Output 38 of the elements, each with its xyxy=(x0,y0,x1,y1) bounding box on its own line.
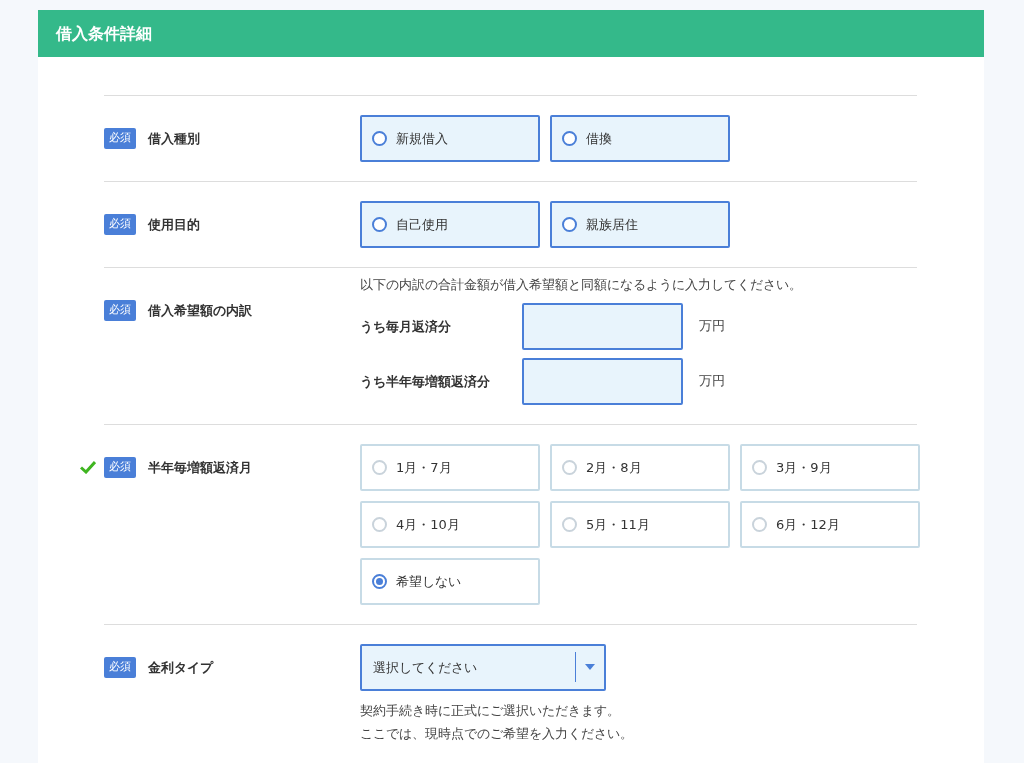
radio-button[interactable] xyxy=(372,573,387,589)
help-text: ここでは、現時点でのご希望を入力ください。 xyxy=(360,724,633,743)
field-label: 借入希望額の内訳 xyxy=(148,301,252,320)
radio-option[interactable]: 自己使用 xyxy=(360,201,540,248)
amount-field[interactable] xyxy=(522,357,683,405)
section-title: 借入条件詳細 xyxy=(56,24,152,43)
required-tag: 必須 xyxy=(104,300,136,321)
radio-button[interactable] xyxy=(372,131,387,146)
radio-option[interactable]: 新規借入 xyxy=(360,115,540,162)
unit-label: 万円 xyxy=(699,316,725,335)
field-label: 半年毎増額返済月 xyxy=(148,458,252,477)
radio-button[interactable] xyxy=(372,217,387,232)
select-dropdown[interactable]: 選択してください xyxy=(360,643,606,691)
amount-label: うち半年毎増額返済分 xyxy=(360,372,491,391)
radio-option[interactable]: 2月・8月 xyxy=(550,443,730,491)
required-tag: 必須 xyxy=(104,457,136,478)
radio-button[interactable] xyxy=(562,217,577,232)
amount-field[interactable] xyxy=(522,302,683,350)
required-tag: 必須 xyxy=(104,128,136,149)
field-label: 使用目的 xyxy=(148,215,200,234)
required-tag: 必須 xyxy=(104,214,136,235)
radio-button[interactable] xyxy=(562,131,577,146)
unit-label: 万円 xyxy=(699,371,725,390)
radio-option[interactable]: 借換 xyxy=(550,115,730,162)
radio-option[interactable]: 3月・9月 xyxy=(740,443,920,491)
instruction-text: 以下の内訳の合計金額が借入希望額と同額になるように入力してください。 xyxy=(360,276,802,294)
radio-option[interactable]: 親族居住 xyxy=(550,201,730,248)
caret-icon xyxy=(585,664,595,671)
required-tag: 必須 xyxy=(104,657,136,678)
field-label: 借入種別 xyxy=(148,129,200,148)
radio-option[interactable]: 1月・7月 xyxy=(360,443,540,491)
radio-option[interactable]: 希望しない xyxy=(360,557,540,605)
field-label: 金利タイプ xyxy=(148,658,213,677)
radio-option[interactable]: 4月・10月 xyxy=(360,500,540,548)
help-text: 契約手続き時に正式にご選択いただきます。 xyxy=(360,701,621,720)
amount-label: うち毎月返済分 xyxy=(360,317,452,336)
radio-option[interactable]: 6月・12月 xyxy=(740,500,920,548)
radio-option[interactable]: 5月・11月 xyxy=(550,500,730,548)
